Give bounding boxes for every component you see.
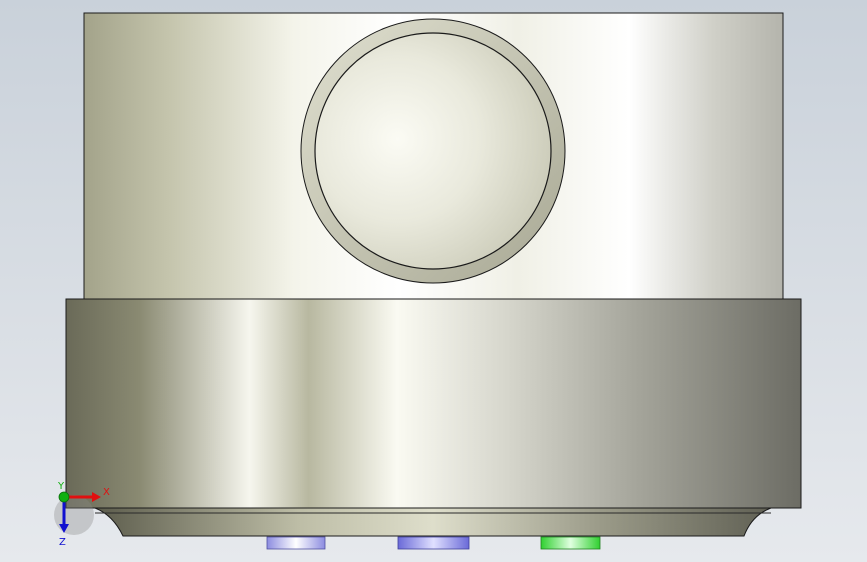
y-axis-icon bbox=[58, 491, 70, 503]
base-chamfer[interactable] bbox=[94, 507, 772, 537]
bottom-marker-left[interactable] bbox=[266, 536, 326, 550]
triad-origin-shadow bbox=[54, 495, 94, 535]
y-axis-label: Y bbox=[57, 481, 65, 492]
bottom-marker-center[interactable] bbox=[397, 536, 470, 550]
model-canvas[interactable]: X Y Z bbox=[0, 0, 867, 562]
z-axis-label: Z bbox=[59, 537, 66, 548]
circular-boss[interactable] bbox=[300, 18, 566, 284]
lower-flange[interactable] bbox=[65, 298, 802, 509]
graphics-viewport[interactable]: X Y Z bbox=[0, 0, 867, 562]
x-axis-label: X bbox=[103, 487, 110, 498]
bottom-marker-right[interactable] bbox=[540, 536, 601, 550]
